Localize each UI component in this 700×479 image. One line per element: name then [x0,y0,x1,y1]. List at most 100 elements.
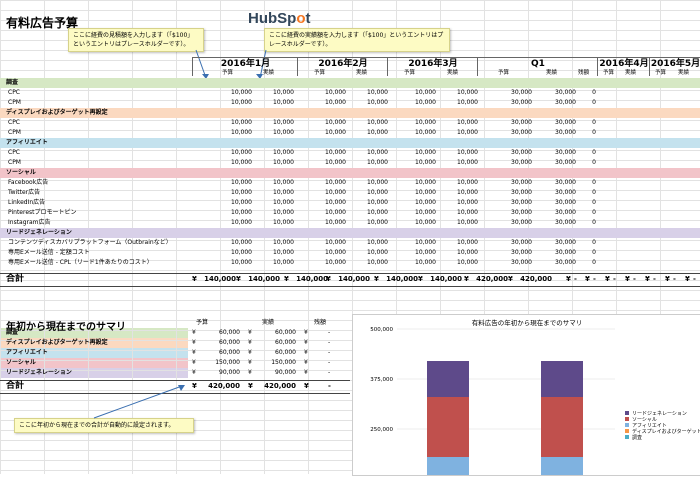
cell-value[interactable]: 10,000 [254,118,294,128]
cell-value[interactable]: 10,000 [306,258,346,268]
cell-value[interactable]: 30,000 [492,198,532,208]
cell-value[interactable]: 10,000 [396,188,436,198]
summary-row[interactable]: アフィリエイト ¥60,000 ¥60,000 ¥ - [0,348,350,358]
summary-row[interactable]: リードジェネレーション ¥90,000 ¥90,000 ¥ - [0,368,350,378]
cell-value[interactable]: 10,000 [348,128,388,138]
cell-value[interactable]: 10,000 [254,88,294,98]
cell-value[interactable]: 30,000 [492,178,532,188]
table-row[interactable]: 専用Eメール送信 - CPL（リード1件あたりのコスト） 10,000 10,000… [0,258,700,268]
table-row[interactable]: CPC 10,000 10,000 10,000 10,000 10,000 10,000 3… [0,118,700,128]
category-row[interactable]: 調査 [0,78,700,88]
table-row[interactable]: LinkedIn広告 10,000 10,000 10,000 10,000 10,000… [0,198,700,208]
balance-value[interactable]: 0 [556,178,596,188]
cell-value[interactable]: 10,000 [306,238,346,248]
cell-value[interactable]: 10,000 [254,208,294,218]
cell-value[interactable]: 10,000 [212,158,252,168]
cell-value[interactable]: 10,000 [212,198,252,208]
table-row[interactable]: 専用Eメール送信 - 定額コスト 10,000 10,000 10,000 10,000… [0,248,700,258]
cell-value[interactable]: 10,000 [254,128,294,138]
cell-value[interactable]: 10,000 [396,148,436,158]
cell-value[interactable]: 10,000 [348,248,388,258]
cell-value[interactable]: 10,000 [212,218,252,228]
cell-value[interactable]: 10,000 [396,98,436,108]
summary-row[interactable]: 調査 ¥60,000 ¥60,000 ¥ - [0,328,350,338]
cell-value[interactable]: 10,000 [212,178,252,188]
table-row[interactable]: Instagram広告 10,000 10,000 10,000 10,000 10,00… [0,218,700,228]
cell-value[interactable]: 10,000 [254,158,294,168]
cell-value[interactable]: 30,000 [492,258,532,268]
cell-value[interactable]: 30,000 [492,88,532,98]
cell-value[interactable]: 10,000 [438,198,478,208]
cell-value[interactable]: 10,000 [212,258,252,268]
cell-value[interactable]: 10,000 [438,208,478,218]
cell-value[interactable]: 10,000 [396,258,436,268]
cell-value[interactable]: 10,000 [348,188,388,198]
cell-value[interactable]: 10,000 [396,178,436,188]
cell-value[interactable]: 10,000 [212,148,252,158]
table-row[interactable]: CPM 10,000 10,000 10,000 10,000 10,000 10,000 3… [0,98,700,108]
cell-value[interactable]: 10,000 [348,98,388,108]
cell-value[interactable]: 10,000 [212,128,252,138]
balance-value[interactable]: 0 [556,208,596,218]
cell-value[interactable]: 10,000 [438,188,478,198]
cell-value[interactable]: 10,000 [254,258,294,268]
table-row[interactable]: コンテンツディスカバリプラットフォーム（Outbrainなど） 10,000 10,… [0,238,700,248]
cell-value[interactable]: 10,000 [438,248,478,258]
category-row[interactable]: アフィリエイト [0,138,700,148]
cell-value[interactable]: 30,000 [492,238,532,248]
cell-value[interactable]: 10,000 [212,238,252,248]
table-row[interactable]: CPM 10,000 10,000 10,000 10,000 10,000 10,000 3… [0,128,700,138]
cell-value[interactable]: 30,000 [492,98,532,108]
cell-value[interactable]: 10,000 [396,218,436,228]
category-row[interactable]: ソーシャル [0,168,700,178]
cell-value[interactable]: 10,000 [396,248,436,258]
cell-value[interactable]: 10,000 [348,238,388,248]
balance-value[interactable]: 0 [556,188,596,198]
cell-value[interactable]: 30,000 [492,118,532,128]
cell-value[interactable]: 10,000 [212,118,252,128]
cell-value[interactable]: 10,000 [438,218,478,228]
cell-value[interactable]: 10,000 [254,98,294,108]
category-row[interactable]: ディスプレイおよびターゲット再設定 [0,108,700,118]
cell-value[interactable]: 10,000 [254,198,294,208]
cell-value[interactable]: 10,000 [396,88,436,98]
cell-value[interactable]: 10,000 [348,88,388,98]
cell-value[interactable]: 10,000 [438,88,478,98]
balance-value[interactable]: 0 [556,258,596,268]
cell-value[interactable]: 10,000 [306,98,346,108]
balance-value[interactable]: 0 [556,128,596,138]
cell-value[interactable]: 10,000 [348,218,388,228]
summary-row[interactable]: ディスプレイおよびターゲット再設定 ¥60,000 ¥60,000 ¥ - [0,338,350,348]
cell-value[interactable]: 10,000 [254,218,294,228]
cell-value[interactable]: 10,000 [306,118,346,128]
cell-value[interactable]: 10,000 [396,208,436,218]
cell-value[interactable]: 10,000 [438,118,478,128]
cell-value[interactable]: 10,000 [438,258,478,268]
cell-value[interactable]: 10,000 [306,158,346,168]
category-row[interactable]: リードジェネレーション [0,228,700,238]
balance-value[interactable]: 0 [556,148,596,158]
cell-value[interactable]: 10,000 [348,198,388,208]
cell-value[interactable]: 10,000 [212,208,252,218]
cell-value[interactable]: 30,000 [492,158,532,168]
balance-value[interactable]: 0 [556,248,596,258]
cell-value[interactable]: 30,000 [492,148,532,158]
cell-value[interactable]: 10,000 [396,238,436,248]
balance-value[interactable]: 0 [556,88,596,98]
table-row[interactable]: Facebook広告 10,000 10,000 10,000 10,000 10,000… [0,178,700,188]
balance-value[interactable]: 0 [556,118,596,128]
cell-value[interactable]: 10,000 [306,198,346,208]
cell-value[interactable]: 10,000 [306,188,346,198]
cell-value[interactable]: 10,000 [396,118,436,128]
cell-value[interactable]: 10,000 [306,178,346,188]
cell-value[interactable]: 30,000 [492,208,532,218]
cell-value[interactable]: 10,000 [348,148,388,158]
cell-value[interactable]: 30,000 [492,218,532,228]
cell-value[interactable]: 10,000 [254,248,294,258]
summary-row[interactable]: ソーシャル ¥150,000 ¥150,000 ¥ - [0,358,350,368]
cell-value[interactable]: 10,000 [306,148,346,158]
table-row[interactable]: CPC 10,000 10,000 10,000 10,000 10,000 10,000 3… [0,148,700,158]
cell-value[interactable]: 10,000 [438,98,478,108]
table-row[interactable]: Pinterestプロモートピン 10,000 10,000 10,000 10,000… [0,208,700,218]
cell-value[interactable]: 10,000 [306,248,346,258]
